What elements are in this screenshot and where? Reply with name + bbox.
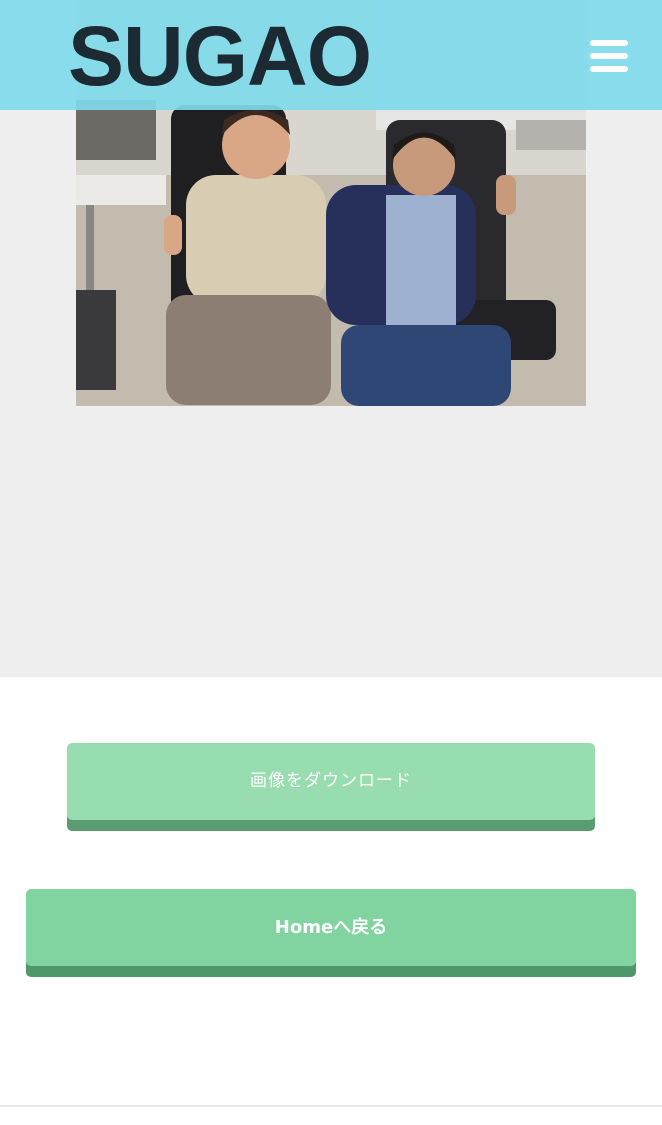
hamburger-menu-icon[interactable] [590, 40, 630, 74]
footer-divider [0, 1105, 662, 1107]
download-image-button[interactable]: 画像をダウンロード [67, 743, 595, 820]
site-logo[interactable]: SUGAO [68, 8, 372, 104]
site-header: SUGAO [0, 0, 662, 110]
back-home-button[interactable]: Homeへ戻る [26, 889, 636, 966]
menu-bar [590, 53, 628, 59]
menu-bar [590, 40, 628, 46]
menu-bar [590, 66, 628, 72]
